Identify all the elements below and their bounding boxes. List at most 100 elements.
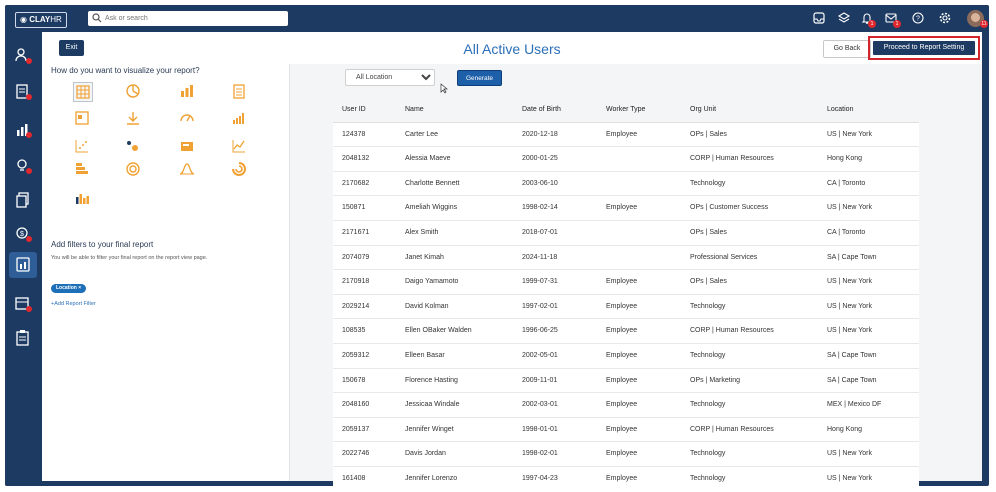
bar-chart-icon[interactable]: [178, 82, 196, 100]
clayhr-logo[interactable]: ◉ CLAYHR: [15, 12, 67, 28]
nav-alert-dot: [26, 168, 32, 174]
gauge-icon[interactable]: [178, 109, 196, 127]
nav-documents[interactable]: [13, 190, 33, 210]
add-report-filter-link[interactable]: +Add Report Filter: [51, 301, 96, 307]
cell-name: Alessia Maeve: [405, 155, 451, 163]
cell-org-unit: Technology: [690, 401, 726, 409]
table-row[interactable]: 2059312 Elleen Basar 2002-05-01 Employee Tec…: [333, 344, 919, 369]
nav-clipboard[interactable]: [13, 328, 33, 348]
nav-analytics[interactable]: [13, 120, 33, 140]
cell-location: SA | Cape Town: [827, 351, 877, 359]
download-icon[interactable]: [124, 109, 142, 127]
column-header-user-id[interactable]: User ID: [342, 98, 402, 121]
svg-text:$: $: [20, 231, 24, 238]
search-input[interactable]: [105, 12, 280, 24]
cell-org-unit: CORP | Human Resources: [690, 327, 774, 335]
table-row[interactable]: 124378 Carter Lee 2020-12-18 Employee OPs | …: [333, 123, 919, 148]
list-doc-icon[interactable]: [73, 109, 91, 127]
cell-user-id: 2059312: [342, 351, 370, 359]
nav-reports[interactable]: [13, 82, 33, 102]
cell-name: Charlotte Bennett: [405, 179, 460, 187]
settings-gear-icon[interactable]: [938, 11, 952, 25]
column-chart-icon[interactable]: [230, 109, 248, 127]
layers-icon[interactable]: [837, 11, 851, 25]
nav-people[interactable]: [13, 46, 33, 66]
nav-alert-dot: [26, 58, 32, 64]
nav-alert-dot: [26, 236, 32, 242]
bell-curve-icon[interactable]: [178, 160, 196, 178]
cell-user-id: 2048160: [342, 401, 370, 409]
filters-title: Add filters to your final report: [51, 240, 154, 249]
table-row[interactable]: 2170918 Daigo Yamamoto 1999-07-31 Employee O…: [333, 270, 919, 295]
chip-close-icon[interactable]: ×: [78, 285, 81, 291]
top-bar: ◉ CLAYHR 1 1 ? 11: [5, 5, 989, 32]
column-header-org-unit[interactable]: Org Unit: [690, 98, 815, 121]
table-row[interactable]: 2074079 Janet Kimah 2024-11-18 Professional…: [333, 246, 919, 271]
table-row[interactable]: 161408 Jennifer Lorenzo 1997-04-23 Employee…: [333, 467, 919, 486]
table-row[interactable]: 2022746 Davis Jordan 1998-02-01 Employee Tec…: [333, 442, 919, 467]
table-row[interactable]: 2170682 Charlotte Bennett 2003-06-10 Techno…: [333, 172, 919, 197]
location-select[interactable]: All Location: [345, 69, 435, 86]
search-box[interactable]: [88, 11, 288, 26]
stacked-bar-icon[interactable]: [73, 160, 91, 178]
message-badge: 1: [893, 20, 901, 28]
table-row[interactable]: 2059137 Jennifer Winget 1998-01-01 Employee…: [333, 418, 919, 443]
document-icon[interactable]: [230, 82, 248, 100]
inbox-icon[interactable]: [812, 11, 826, 25]
cell-location: Hong Kong: [827, 425, 863, 433]
bubble-icon[interactable]: [124, 137, 142, 155]
cell-worker-type: Employee: [606, 401, 638, 409]
cell-user-id: 2022746: [342, 450, 370, 458]
table-row[interactable]: 150678 Florence Hasting 2009-11-01 Employee…: [333, 369, 919, 394]
logo-text: CLAY: [29, 15, 51, 24]
cell-worker-type: Employee: [606, 450, 638, 458]
proceed-to-report-setting-button[interactable]: Proceed to Report Setting: [873, 41, 975, 55]
table-row[interactable]: 108535 Ellen OBaker Walden 1996-06-25 Emplo…: [333, 319, 919, 344]
cell-location: US | New York: [827, 474, 873, 482]
nav-report-builder-active[interactable]: [9, 252, 37, 278]
cell-worker-type: Employee: [606, 302, 638, 310]
line-chart-icon[interactable]: [230, 137, 248, 155]
table-icon[interactable]: [73, 82, 93, 102]
go-back-button[interactable]: Go Back: [823, 40, 871, 58]
card-icon[interactable]: [178, 137, 196, 155]
nav-recruit[interactable]: [13, 156, 33, 176]
svg-text:?: ?: [916, 16, 920, 23]
nav-payments[interactable]: $: [13, 224, 33, 244]
scatter-icon[interactable]: [73, 137, 91, 155]
cell-name: Carter Lee: [405, 130, 439, 138]
cell-org-unit: Technology: [690, 179, 726, 187]
table-body: 124378 Carter Lee 2020-12-18 Employee OPs | …: [333, 123, 919, 486]
cell-user-id: 161408: [342, 474, 366, 482]
cell-location: US | New York: [827, 204, 873, 212]
column-header-worker-type[interactable]: Worker Type: [606, 98, 686, 121]
table-row[interactable]: 2048132 Alessia Maeve 2000-01-25 CORP | Hum…: [333, 147, 919, 172]
cell-date-of-birth: 2024-11-18: [522, 253, 558, 261]
cell-name: Florence Hasting: [405, 376, 458, 384]
column-header-location[interactable]: Location: [827, 98, 917, 121]
column-header-name[interactable]: Name: [405, 98, 515, 121]
pie-chart-icon[interactable]: [124, 82, 142, 100]
table-row[interactable]: 150871 Ameliah Wiggins 1998-02-14 Employee O…: [333, 196, 919, 221]
donut-icon[interactable]: [124, 160, 142, 178]
table-row[interactable]: 2029214 David Kolman 1997-02-01 Employee Tec…: [333, 295, 919, 320]
table-row[interactable]: 2048160 Jessicaa Windale 2002-03-01 Employe…: [333, 393, 919, 418]
generate-button[interactable]: Generate: [457, 70, 502, 86]
table-row[interactable]: 2171671 Alex Smith 2018-07-01 OPs | Sales CA…: [333, 221, 919, 246]
cell-user-id: 2170682: [342, 179, 370, 187]
cell-user-id: 150678: [342, 376, 366, 384]
location-filter-chip[interactable]: Location ×: [51, 284, 87, 293]
help-icon[interactable]: ?: [911, 11, 925, 25]
cell-org-unit: Professional Services: [690, 253, 758, 261]
waterfall-icon[interactable]: [73, 189, 91, 207]
nav-calendar[interactable]: [13, 294, 33, 314]
cell-date-of-birth: 1997-04-23: [522, 474, 558, 482]
column-header-date-of-birth[interactable]: Date of Birth: [522, 98, 602, 121]
cell-org-unit: OPs | Sales: [690, 130, 727, 138]
cell-worker-type: Employee: [606, 204, 638, 212]
cell-org-unit: OPs | Customer Success: [690, 204, 769, 212]
cell-org-unit: Technology: [690, 302, 726, 310]
cell-date-of-birth: 1998-02-14: [522, 204, 558, 212]
cell-name: Davis Jordan: [405, 450, 446, 458]
radial-icon[interactable]: [230, 160, 248, 178]
